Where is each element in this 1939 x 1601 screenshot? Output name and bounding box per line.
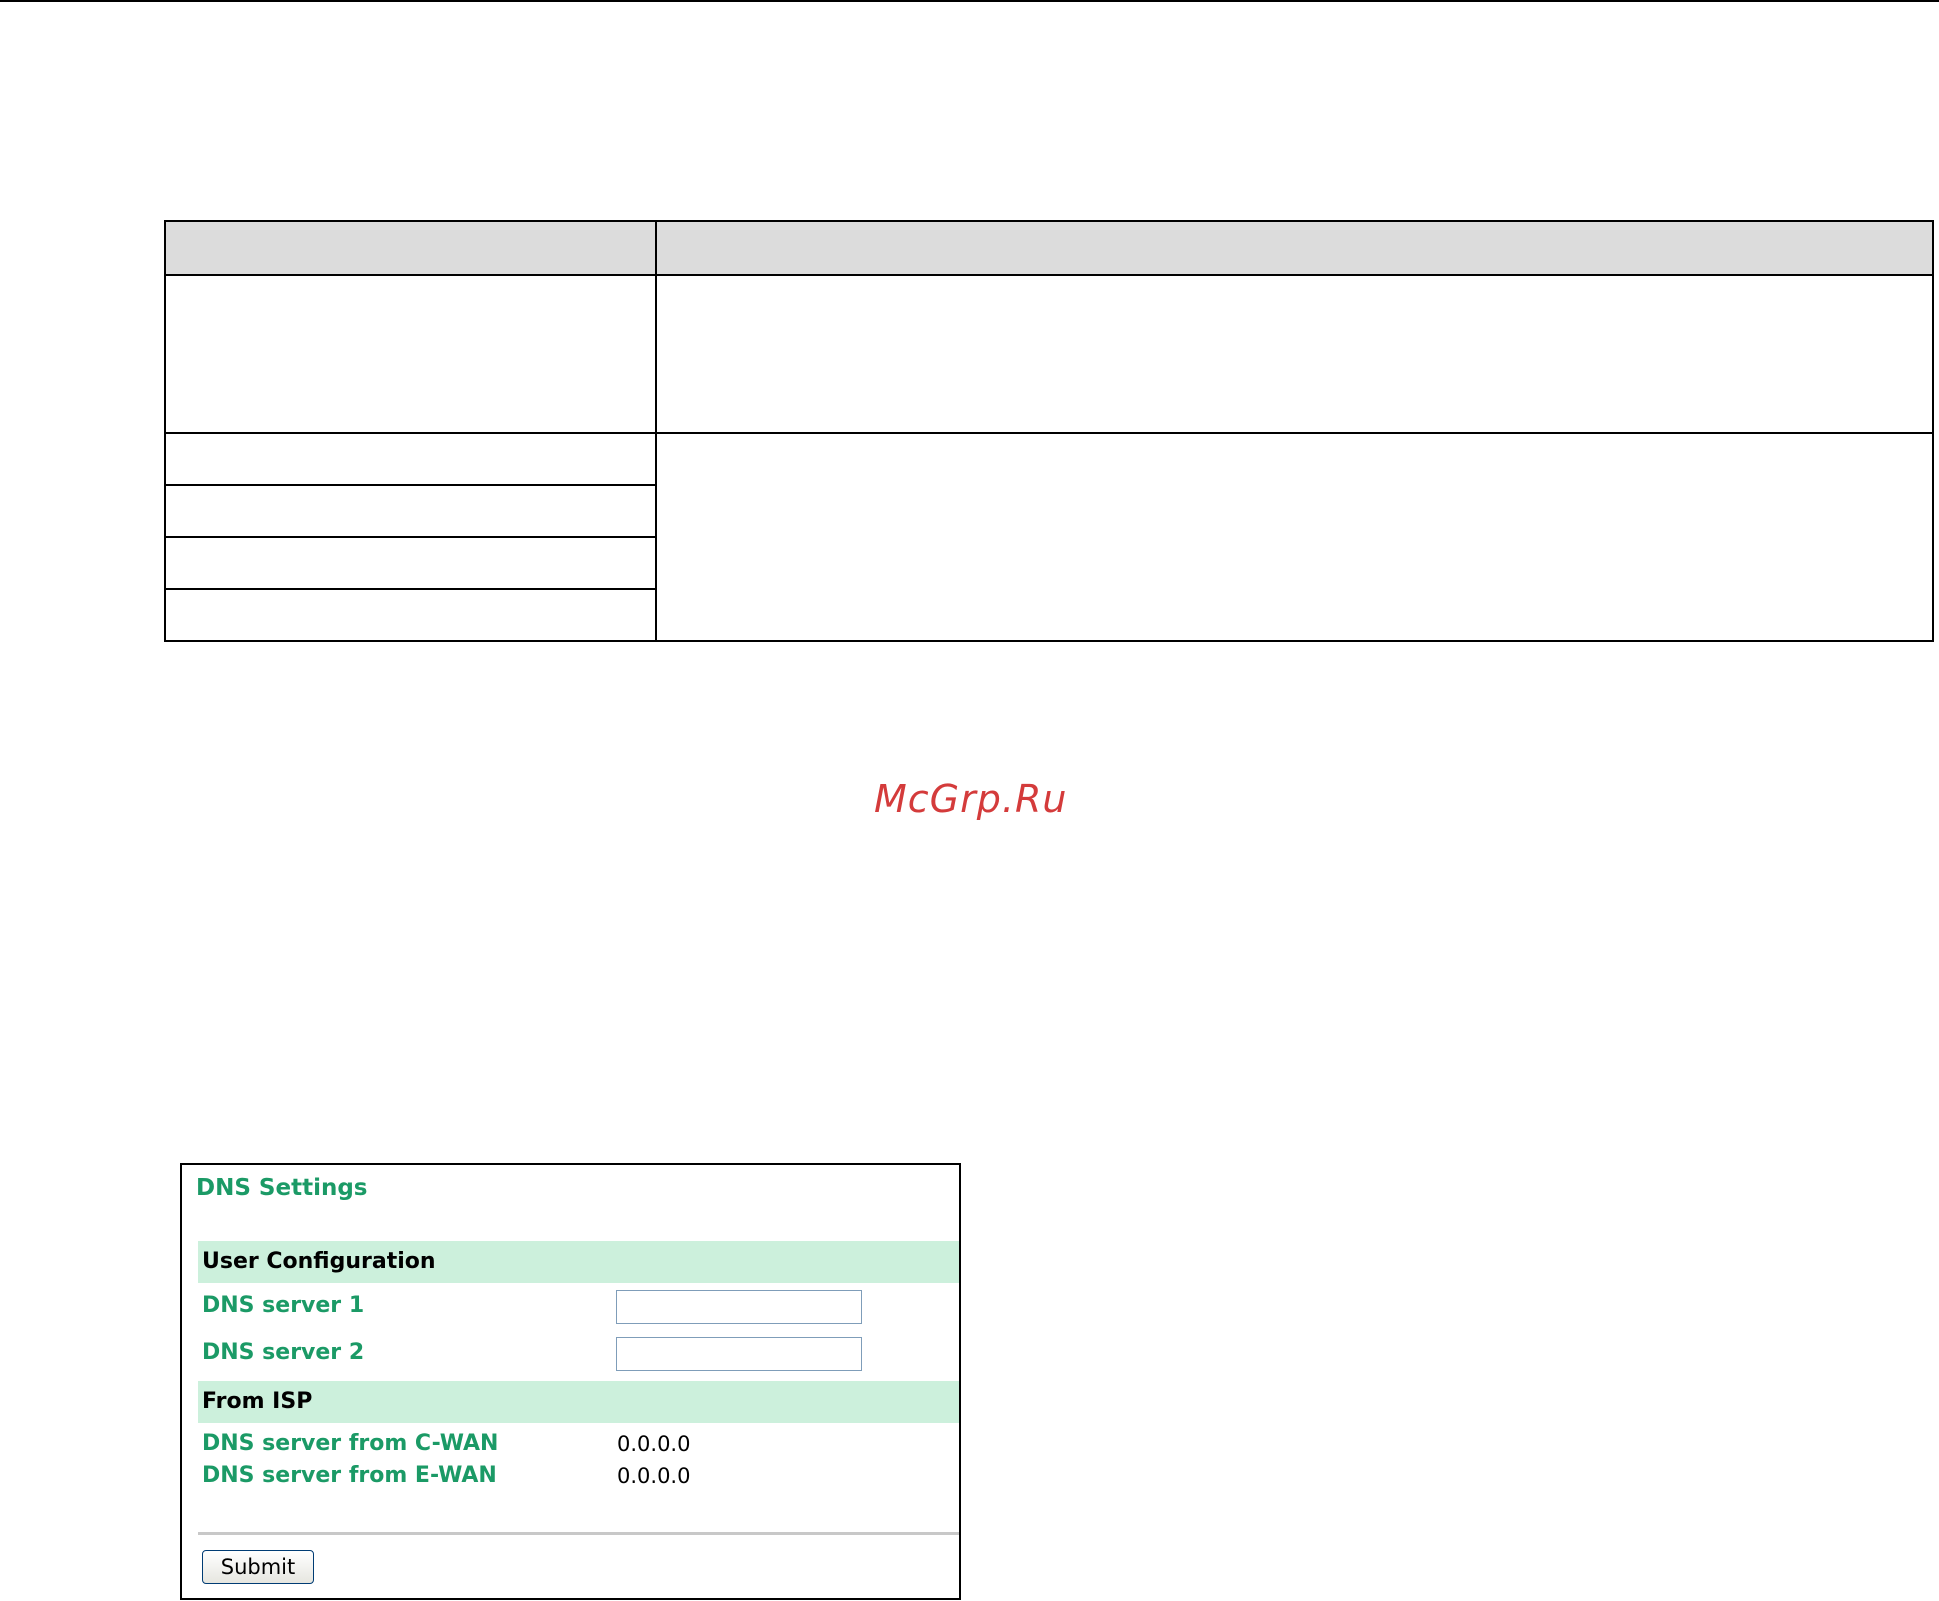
table-header-row — [164, 220, 1934, 276]
parameter-table — [164, 220, 1934, 642]
dns-server-2-label: DNS server 2 — [202, 1340, 365, 1365]
table-row — [164, 432, 1934, 642]
table-header-cell — [164, 220, 657, 276]
table-cell — [164, 536, 657, 590]
dns-settings-panel: DNS Settings User Configuration DNS serv… — [180, 1163, 961, 1600]
table-cell — [164, 588, 657, 642]
user-configuration-section: User Configuration — [198, 1241, 959, 1283]
dns-server-2-input[interactable] — [616, 1337, 862, 1371]
dns-server-e-wan-value: 0.0.0.0 — [617, 1464, 691, 1488]
watermark: McGrp.Ru — [874, 777, 1068, 821]
table-cell — [164, 484, 657, 538]
table-cell — [655, 274, 1934, 434]
submit-button[interactable]: Submit — [202, 1550, 314, 1584]
top-rule — [0, 0, 1939, 2]
table-cell — [655, 432, 1934, 642]
table-cell — [164, 274, 657, 434]
dns-server-1-label: DNS server 1 — [202, 1293, 365, 1318]
dns-server-1-input[interactable] — [616, 1290, 862, 1324]
dns-server-e-wan-label: DNS server from E-WAN — [202, 1463, 497, 1488]
table-cell — [164, 432, 657, 486]
from-isp-section: From ISP — [198, 1381, 959, 1423]
divider — [198, 1532, 959, 1535]
panel-title: DNS Settings — [196, 1175, 368, 1201]
dns-server-c-wan-label: DNS server from C-WAN — [202, 1431, 499, 1456]
table-row — [164, 274, 1934, 434]
section-heading: User Configuration — [202, 1249, 436, 1274]
table-header-cell — [655, 220, 1934, 276]
section-heading: From ISP — [202, 1389, 313, 1414]
dns-server-c-wan-value: 0.0.0.0 — [617, 1432, 691, 1456]
